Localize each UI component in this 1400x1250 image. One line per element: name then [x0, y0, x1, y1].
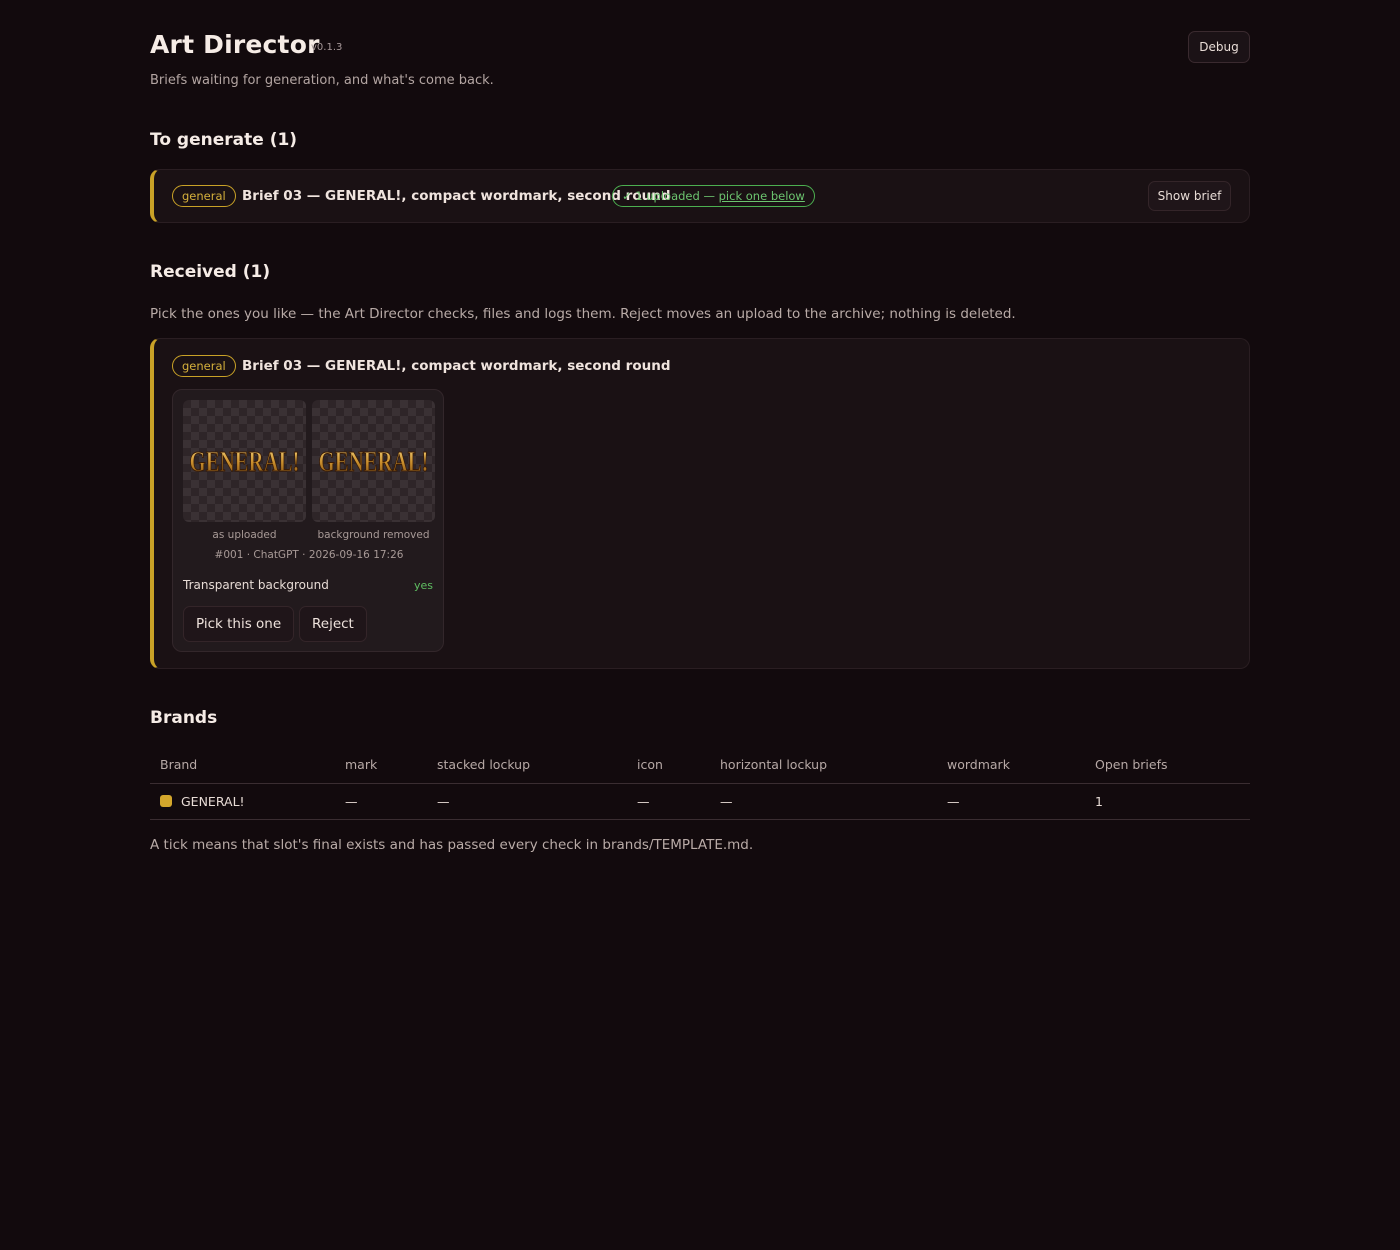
thumbnail-as-uploaded[interactable]: GENERAL!: [183, 400, 306, 522]
brand-color-swatch: [160, 794, 172, 807]
check-label: Transparent background: [183, 578, 329, 592]
column-header: Open briefs: [1085, 747, 1250, 784]
slot-wordmark-cell: —: [937, 783, 1085, 820]
version-label: v0.1.3: [311, 42, 343, 53]
pick-this-one-button[interactable]: Pick this one: [183, 606, 295, 642]
upload-status-text: ✓ 1 uploaded —: [622, 189, 719, 203]
column-header: stacked lockup: [427, 747, 627, 784]
wordmark-image: GENERAL!: [318, 447, 429, 479]
column-header: Brand: [150, 747, 335, 784]
page-header: Art Director v0.1.3 Briefs waiting for g…: [150, 28, 1250, 98]
upload-meta: #001 · ChatGPT · 2026-09-16 17:26: [214, 549, 404, 561]
to-generate-heading: To generate (1): [150, 130, 298, 150]
brands-heading: Brands: [150, 708, 218, 728]
show-brief-button[interactable]: Show brief: [1148, 181, 1231, 211]
slot-mark-cell: —: [335, 783, 427, 820]
brands-footnote: A tick means that slot's final exists an…: [150, 837, 754, 853]
brand-tag: general: [172, 185, 236, 207]
reject-button[interactable]: Reject: [299, 606, 367, 642]
brief-row: general Brief 03 — GENERAL!, compact wor…: [150, 169, 1250, 223]
received-heading: Received (1): [150, 262, 271, 282]
slot-horizontal-lockup-cell: —: [710, 783, 937, 820]
app-title: Art Director: [150, 30, 320, 59]
debug-button[interactable]: Debug: [1188, 31, 1250, 63]
received-help-text: Pick the ones you like — the Art Directo…: [150, 306, 1016, 322]
page-subtitle: Briefs waiting for generation, and what'…: [150, 73, 494, 88]
column-header: wordmark: [937, 747, 1085, 784]
table-header-row: Brand mark stacked lockup icon horizonta…: [150, 747, 1250, 784]
slot-stacked-lockup-cell: —: [427, 783, 627, 820]
caption-background-removed: background removed: [317, 529, 430, 541]
brands-table: Brand mark stacked lockup icon horizonta…: [150, 747, 1250, 820]
table-row[interactable]: GENERAL! — — — — — 1: [150, 783, 1250, 820]
brief-title: Brief 03 — GENERAL!, compact wordmark, s…: [242, 358, 671, 374]
thumbnail-background-removed[interactable]: GENERAL!: [312, 400, 435, 522]
brief-title: Brief 03 — GENERAL!, compact wordmark, s…: [242, 188, 671, 204]
brand-tag: general: [172, 355, 236, 377]
column-header: icon: [627, 747, 710, 784]
wordmark-text: GENERAL!: [319, 447, 429, 478]
wordmark-image: GENERAL!: [189, 447, 300, 479]
pick-one-below-link[interactable]: pick one below: [719, 189, 805, 203]
column-header: horizontal lockup: [710, 747, 937, 784]
open-briefs-cell: 1: [1085, 783, 1250, 820]
check-value: yes: [413, 579, 433, 592]
caption-as-uploaded: as uploaded: [212, 529, 277, 541]
upload-status-badge: ✓ 1 uploaded — pick one below: [612, 185, 815, 207]
column-header: mark: [335, 747, 427, 784]
received-brief-card: general Brief 03 — GENERAL!, compact wor…: [150, 338, 1250, 669]
brand-name: GENERAL!: [181, 793, 245, 809]
brand-cell: GENERAL!: [150, 783, 335, 820]
upload-card: GENERAL! GENERAL! as uploaded background…: [172, 389, 444, 652]
wordmark-text: GENERAL!: [190, 447, 300, 478]
slot-icon-cell: —: [627, 783, 710, 820]
